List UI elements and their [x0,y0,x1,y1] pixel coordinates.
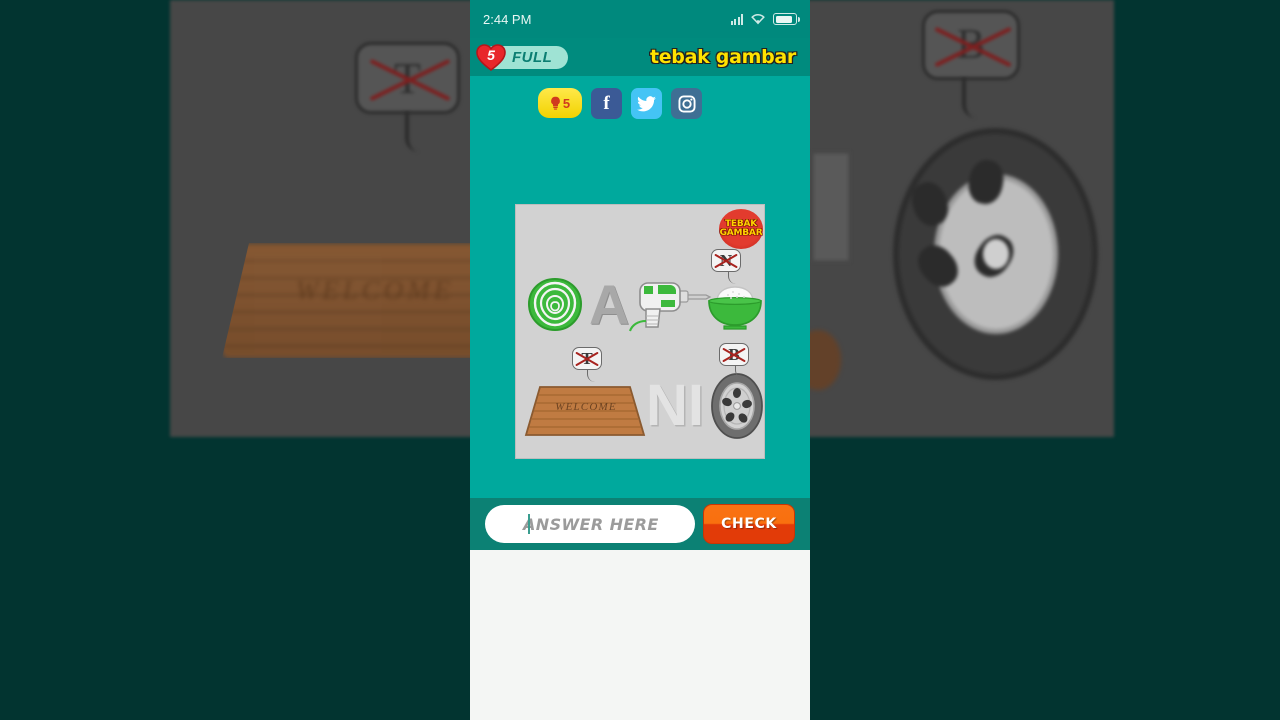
lives-count: 5 [487,47,495,63]
background-right-bubble-tail [962,78,978,118]
text-caret [528,514,530,534]
tebak-gambar-badge: TEBAK GAMBAR [719,209,763,249]
bubble-letter-n: N [711,249,741,272]
facebook-button[interactable]: f [591,88,622,119]
app-header: FULL 5 tebak gambar [470,38,810,76]
tire-icon [711,373,763,439]
lightbulb-icon [550,96,560,110]
heart-icon: 5 [476,43,506,71]
background-left-speech-bubble: T [355,42,460,114]
rice-bowl-icon [708,286,762,330]
hint-button[interactable]: 5 [538,88,582,118]
cabbage-icon [527,277,583,332]
answer-placeholder: ANSWER HERE [523,514,659,534]
puzzle-image[interactable]: TEBAK GAMBAR A WELCOME NI [515,204,765,459]
wifi-icon [751,13,765,25]
drill-icon [629,282,712,332]
twitter-button[interactable] [631,88,662,119]
background-tire [893,128,1098,380]
welcome-mat-label: WELCOME [555,401,617,413]
bubble-tail [587,369,595,382]
letters-ni: NI [646,373,704,438]
lives-badge[interactable]: FULL 5 [476,44,569,71]
bubble-letter-t: T [572,347,602,370]
page-white-area [470,550,810,720]
signal-icon [730,13,743,25]
instagram-icon [677,94,696,113]
hint-count: 5 [562,95,571,111]
answer-bar: ANSWER HERE CHECK [470,498,810,550]
check-button[interactable]: CHECK [703,504,795,544]
background-slab [812,152,850,262]
battery-icon [773,13,800,25]
answer-input[interactable]: ANSWER HERE [485,505,695,543]
facebook-icon: f [603,92,610,114]
background-right-speech-bubble: B [922,10,1020,80]
twitter-icon [637,95,656,111]
toolbar: 5 f [470,76,810,119]
status-time: 2:44 PM [483,11,532,27]
page-title: tebak gambar [649,46,796,68]
badge-line-2: GAMBAR [719,228,763,238]
instagram-button[interactable] [671,88,702,119]
bubble-letter-b: B [719,343,749,366]
letter-a: A [589,273,630,336]
status-bar: 2:44 PM [470,0,810,38]
phone-screenshot: 2:44 PM FULL 5 tebak gambar 5 f TEBAK GA… [470,0,810,720]
background-welcome-text: WELCOME [295,275,455,305]
game-body: 5 f TEBAK GAMBAR A WELCOME NI [470,76,810,498]
background-tire-hub [982,239,1009,269]
background-left-bubble-tail [405,112,421,152]
